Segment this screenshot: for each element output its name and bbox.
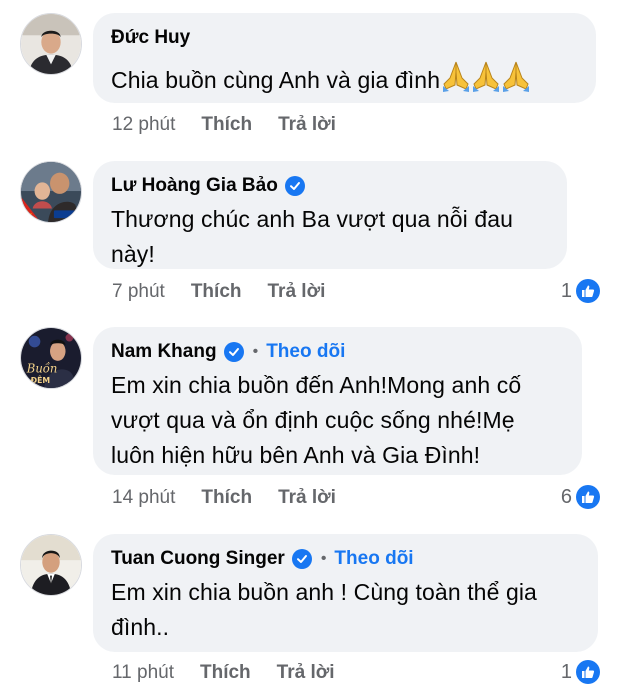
thumbs-up-icon [576,485,600,509]
thumbs-up-icon [576,660,600,684]
commenter-name[interactable]: Nam Khang [111,341,217,363]
like-button[interactable]: Thích [200,662,251,684]
comment-text: Chia buồn cùng Anh và gia đình [111,58,578,102]
comment-text-content: Chia buồn cùng Anh và gia đình [111,67,441,93]
comment-time[interactable]: 7 phút [112,281,165,303]
reply-button[interactable]: Trả lời [277,662,335,684]
comment-actions: 14 phút Thích Trả lời [112,487,336,509]
comment-actions: 12 phút Thích Trả lời [112,114,336,136]
like-button[interactable]: Thích [201,487,252,509]
comment-bubble: Nam Khang • Theo dõi Em xin chia buồn đế… [93,327,582,475]
like-button[interactable]: Thích [191,281,242,303]
comment-time[interactable]: 11 phút [112,662,174,684]
like-button[interactable]: Thích [201,114,252,136]
commenter-name[interactable]: Lư Hoàng Gia Bảo [111,175,278,197]
avatar[interactable] [20,13,82,75]
reaction-summary[interactable]: 1 [561,660,600,684]
comment-text-line: Em xin chia buồn anh ! Cùng toàn thể gia [111,579,537,605]
commenter-name[interactable]: Tuan Cuong Singer [111,548,285,570]
comment-bubble: Tuan Cuong Singer • Theo dõi Em xin chia… [93,534,598,652]
comment-text-line: này! [111,241,155,267]
avatar-photo-icon [21,14,81,74]
verified-badge-icon [291,549,312,569]
avatar[interactable] [20,534,82,596]
comment-actions: 7 phút Thích Trả lời [112,281,325,303]
avatar-photo-icon: Buồn ĐÊM [21,328,81,388]
reaction-summary[interactable]: 1 [561,279,600,303]
folded-hands-icon [441,58,531,102]
follow-button[interactable]: Theo dõi [266,341,345,363]
svg-text:Buồn: Buồn [26,362,58,376]
comment-text-line: Thương chúc anh Ba vượt qua nỗi đau [111,206,514,232]
verified-badge-icon [223,342,244,362]
commenter-name[interactable]: Đức Huy [111,27,190,49]
reply-button[interactable]: Trả lời [268,281,326,303]
reply-button[interactable]: Trả lời [278,487,336,509]
separator-dot: • [320,550,327,567]
comment-bubble: Lư Hoàng Gia Bảo Thương chúc anh Ba vượt… [93,161,567,269]
comment-time[interactable]: 14 phút [112,487,175,509]
comment-text: Em xin chia buồn đến Anh!Mong anh cố vượ… [111,368,564,473]
comment-text: Em xin chia buồn anh ! Cùng toàn thể gia… [111,575,580,645]
comment-actions: 11 phút Thích Trả lời [112,662,335,684]
comment-text: Thương chúc anh Ba vượt qua nỗi đau này! [111,202,549,272]
reply-button[interactable]: Trả lời [278,114,336,136]
comment-text-line: vượt qua và ổn định cuộc sống nhé!Mẹ [111,407,515,433]
follow-button[interactable]: Theo dõi [334,548,413,570]
avatar-photo-icon [21,162,81,222]
reaction-summary[interactable]: 6 [561,485,600,509]
verified-badge-icon [284,176,305,196]
comment-text-line: luôn hiện hữu bên Anh và Gia Đình! [111,442,481,468]
reaction-count: 1 [560,660,572,683]
avatar-photo-icon [21,535,81,595]
reaction-count: 1 [560,279,572,302]
comment-text-line: đình.. [111,614,170,640]
avatar[interactable] [20,161,82,223]
comment-time[interactable]: 12 phút [112,114,175,136]
svg-text:ĐÊM: ĐÊM [31,376,50,385]
reaction-count: 6 [560,485,572,508]
comment-text-line: Em xin chia buồn đến Anh!Mong anh cố [111,372,522,398]
separator-dot: • [252,343,259,360]
comment-bubble: Đức Huy Chia buồn cùng Anh và gia đình [93,13,596,103]
thumbs-up-icon [576,279,600,303]
avatar[interactable]: Buồn ĐÊM [20,327,82,389]
